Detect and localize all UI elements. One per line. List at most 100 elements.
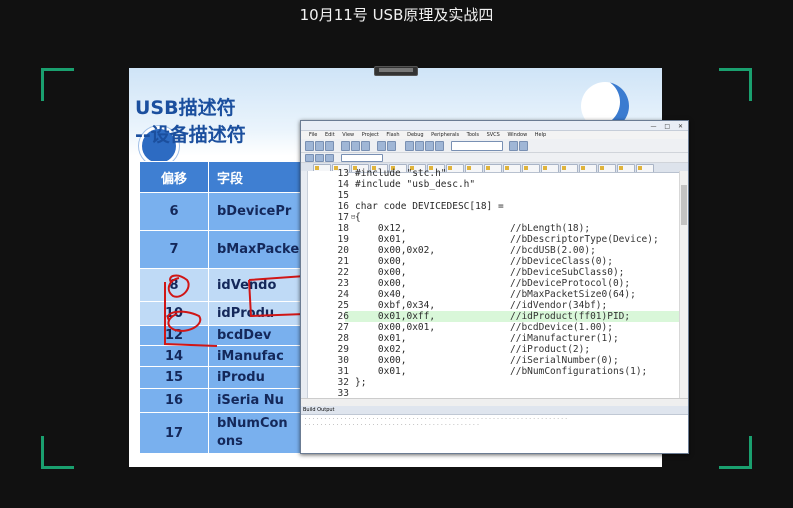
- menu-debug[interactable]: Debug: [407, 132, 423, 138]
- frame-corner-top-left: [41, 68, 74, 101]
- code-comment: //iManufacturer(1);: [510, 333, 619, 344]
- code-text: 0x40,: [355, 289, 407, 300]
- menu-file[interactable]: File: [309, 132, 317, 138]
- code-line[interactable]: 25 0xbf,0x34, //idVendor(34bf);: [338, 300, 680, 311]
- ide-window: — □ ✕ File Edit View Project Flash Debug…: [300, 120, 689, 454]
- code-line[interactable]: 27 0x00,0x01, //bcdDevice(1.00);: [338, 322, 680, 333]
- code-line[interactable]: 29 0x02, //iProduct(2);: [338, 344, 680, 355]
- code-comment: //iProduct(2);: [510, 344, 591, 355]
- code-comment: //bDeviceProtocol(0);: [510, 278, 631, 289]
- code-comment: //bDescriptorType(Device);: [510, 234, 659, 245]
- menu-flash[interactable]: Flash: [386, 132, 399, 138]
- code-comment: //idProduct(ff01)PID;: [510, 311, 631, 322]
- window-controls-icon[interactable]: — □ ✕: [650, 122, 686, 130]
- paste-icon[interactable]: [361, 141, 370, 151]
- code-line[interactable]: 30 0x00, //iSerialNumber(0);: [338, 355, 680, 366]
- code-line[interactable]: 18 0x12, //bLength(18);: [338, 223, 680, 234]
- code-text: 0xbf,0x34,: [355, 300, 436, 311]
- output-panel-title: Build Output: [301, 406, 688, 415]
- build-output-panel[interactable]: ........................................…: [301, 415, 688, 453]
- settings-icon[interactable]: [519, 141, 528, 151]
- code-line[interactable]: 20 0x00,0x02, //bcdUSB(2.00);: [338, 245, 680, 256]
- code-text: {: [355, 212, 361, 223]
- line-number: 28: [337, 333, 349, 344]
- copy-icon[interactable]: [351, 141, 360, 151]
- line-number: 14: [337, 179, 349, 190]
- ide-build-toolbar: [301, 153, 688, 163]
- code-comment: //bLength(18);: [510, 223, 591, 234]
- code-line[interactable]: 22 0x00, //bDeviceSubClass0);: [338, 267, 680, 278]
- target-select[interactable]: [341, 154, 383, 162]
- build-icon[interactable]: [315, 154, 324, 162]
- code-line[interactable]: 26 0x01,0xff, //idProduct(ff01)PID;: [338, 311, 680, 322]
- ide-titlebar: — □ ✕: [301, 121, 688, 131]
- undo-icon[interactable]: [377, 141, 386, 151]
- line-number: 21: [337, 256, 349, 267]
- bookmark-icon[interactable]: [415, 141, 424, 151]
- redo-icon[interactable]: [387, 141, 396, 151]
- scroll-thumb[interactable]: [681, 185, 687, 225]
- code-line[interactable]: 13 #include "stc.h": [338, 168, 680, 179]
- editor-horizontal-scrollbar[interactable]: [301, 398, 688, 406]
- code-line[interactable]: 15: [338, 190, 680, 201]
- save-icon[interactable]: [325, 141, 334, 151]
- menu-help[interactable]: Help: [535, 132, 546, 138]
- code-text: 0x00,: [355, 278, 407, 289]
- new-file-icon[interactable]: [305, 141, 314, 151]
- code-comment: //idVendor(34bf);: [510, 300, 608, 311]
- menu-project[interactable]: Project: [362, 132, 379, 138]
- line-number: 27: [337, 322, 349, 333]
- line-number: 25: [337, 300, 349, 311]
- code-text: 0x00,0x01,: [355, 322, 436, 333]
- menu-svcs[interactable]: SVCS: [487, 132, 500, 138]
- code-text: 0x02,: [355, 344, 407, 355]
- code-line[interactable]: 31 0x01, //bNumConfigurations(1);: [338, 366, 680, 377]
- editor-vertical-scrollbar[interactable]: [679, 171, 688, 398]
- code-text: #include "stc.h": [355, 168, 447, 179]
- menu-edit[interactable]: Edit: [325, 132, 335, 138]
- menu-tools[interactable]: Tools: [467, 132, 479, 138]
- code-line[interactable]: 19 0x01, //bDescriptorType(Device);: [338, 234, 680, 245]
- line-number: 16: [337, 201, 349, 212]
- code-line[interactable]: 16 char code DEVICEDESC[18] =: [338, 201, 680, 212]
- code-line[interactable]: 32};: [338, 377, 680, 388]
- frame-corner-top-right: [719, 68, 752, 101]
- line-number: 30: [337, 355, 349, 366]
- code-text: 0x01,: [355, 366, 407, 377]
- code-line[interactable]: 21 0x00, //bDeviceClass(0);: [338, 256, 680, 267]
- compile-icon[interactable]: [305, 154, 314, 162]
- code-comment: //bDeviceSubClass0);: [510, 267, 625, 278]
- line-number: 24: [337, 289, 349, 300]
- code-line[interactable]: 28 0x01, //iManufacturer(1);: [338, 333, 680, 344]
- code-line[interactable]: 23 0x00, //bDeviceProtocol(0);: [338, 278, 680, 289]
- video-overlay-chip: [374, 66, 418, 76]
- code-comment: //bNumConfigurations(1);: [510, 366, 648, 377]
- rebuild-icon[interactable]: [325, 154, 334, 162]
- outdent-icon[interactable]: [435, 141, 444, 151]
- ide-menubar: File Edit View Project Flash Debug Perip…: [301, 131, 688, 139]
- cut-icon[interactable]: [341, 141, 350, 151]
- code-line[interactable]: 17 ⊟{: [338, 212, 680, 223]
- menu-window[interactable]: Window: [507, 132, 527, 138]
- code-comment: //iSerialNumber(0);: [510, 355, 619, 366]
- code-text: 0x01,0xff,: [355, 311, 436, 322]
- open-file-icon[interactable]: [315, 141, 324, 151]
- find-combo[interactable]: [451, 141, 503, 151]
- code-text: char code DEVICEDESC[18] =: [355, 201, 504, 212]
- line-number: 29: [337, 344, 349, 355]
- debug-icon[interactable]: [509, 141, 518, 151]
- menu-peripherals[interactable]: Peripherals: [431, 132, 459, 138]
- code-line[interactable]: 14 #include "usb_desc.h": [338, 179, 680, 190]
- line-number: 23: [337, 278, 349, 289]
- code-line[interactable]: 24 0x40, //bMaxPacketSize0(64);: [338, 289, 680, 300]
- line-number: 13: [337, 168, 349, 179]
- line-number: 20: [337, 245, 349, 256]
- menu-view[interactable]: View: [342, 132, 354, 138]
- frame-corner-bottom-right: [719, 436, 752, 469]
- find-icon[interactable]: [405, 141, 414, 151]
- frame-corner-bottom-left: [41, 436, 74, 469]
- project-panel-collapsed[interactable]: [301, 171, 308, 398]
- code-editor[interactable]: 13 #include "stc.h" 14 #include "usb_desc.h…: [338, 168, 680, 432]
- code-text: 0x12,: [355, 223, 407, 234]
- indent-icon[interactable]: [425, 141, 434, 151]
